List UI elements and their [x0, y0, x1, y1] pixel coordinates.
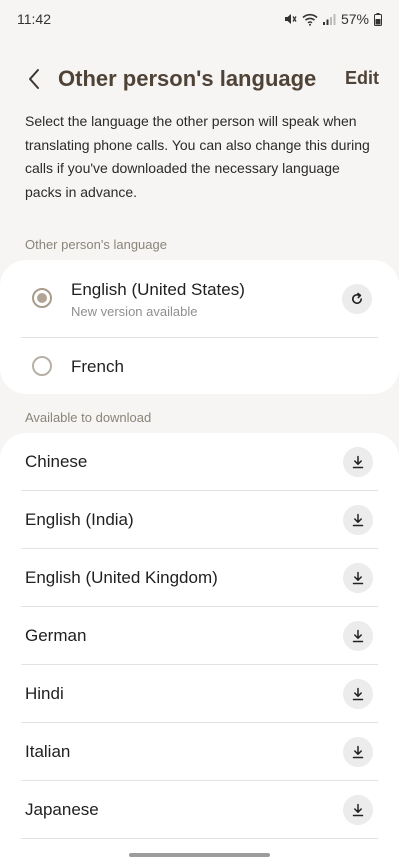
download-language-label: English (India)	[25, 510, 134, 529]
download-language-label: Chinese	[25, 452, 88, 471]
section-label-selected: Other person's language	[25, 237, 167, 252]
radio-button[interactable]	[32, 356, 52, 376]
download-icon	[352, 571, 364, 585]
battery-percentage: 57%	[340, 11, 369, 27]
download-row-german[interactable]: German	[0, 607, 399, 665]
download-icon	[352, 803, 364, 817]
battery-icon	[374, 12, 382, 26]
selected-language-card: English (United States) New version avai…	[0, 260, 399, 394]
download-language-label: English (United Kingdom)	[25, 568, 218, 587]
download-row-japanese[interactable]: Japanese	[0, 781, 399, 839]
language-option-subtitle: New version available	[71, 304, 198, 319]
download-row-chinese[interactable]: Chinese	[0, 433, 399, 491]
divider	[21, 838, 378, 839]
download-icon	[352, 687, 364, 701]
download-button[interactable]	[343, 621, 373, 651]
screen: 11:42 57% Other person's language Edit S…	[0, 0, 399, 864]
download-row-english-india[interactable]: English (India)	[0, 491, 399, 549]
gesture-navigation-bar[interactable]	[129, 853, 270, 857]
section-label-download: Available to download	[25, 410, 152, 425]
download-button[interactable]	[343, 737, 373, 767]
status-time: 11:42	[17, 11, 51, 27]
signal-icon	[322, 13, 336, 25]
chevron-left-icon	[29, 69, 39, 89]
edit-button[interactable]: Edit	[345, 68, 379, 89]
language-option-label: English (United States)	[71, 280, 245, 299]
download-button[interactable]	[343, 795, 373, 825]
download-row-italian[interactable]: Italian	[0, 723, 399, 781]
wifi-icon	[302, 13, 318, 26]
download-row-hindi[interactable]: Hindi	[0, 665, 399, 723]
download-icon	[352, 513, 364, 527]
download-language-label: Japanese	[25, 800, 99, 819]
download-list-card: Chinese English (India) English (United …	[0, 433, 399, 864]
app-bar: Other person's language Edit	[0, 56, 399, 102]
download-icon	[352, 455, 364, 469]
download-icon	[352, 745, 364, 759]
download-button[interactable]	[343, 505, 373, 535]
download-language-label: Italian	[25, 742, 71, 761]
update-button[interactable]	[342, 284, 372, 314]
download-button[interactable]	[343, 679, 373, 709]
download-icon	[352, 629, 364, 643]
language-option-label: French	[71, 357, 124, 376]
refresh-icon	[352, 292, 362, 304]
download-button[interactable]	[343, 447, 373, 477]
language-option-english-us[interactable]: English (United States) New version avai…	[0, 260, 399, 337]
download-language-label: Hindi	[25, 684, 64, 703]
radio-button-selected[interactable]	[32, 288, 52, 308]
download-language-label: German	[25, 626, 87, 645]
back-button[interactable]	[20, 64, 48, 94]
language-option-french[interactable]: French	[0, 338, 399, 394]
download-row-english-uk[interactable]: English (United Kingdom)	[0, 549, 399, 607]
mute-icon	[283, 12, 297, 26]
status-icons: 57%	[283, 11, 382, 27]
status-bar: 11:42 57%	[0, 0, 399, 38]
page-title: Other person's language	[58, 66, 317, 91]
description-text: Select the language the other person wil…	[25, 113, 370, 200]
download-button[interactable]	[343, 563, 373, 593]
